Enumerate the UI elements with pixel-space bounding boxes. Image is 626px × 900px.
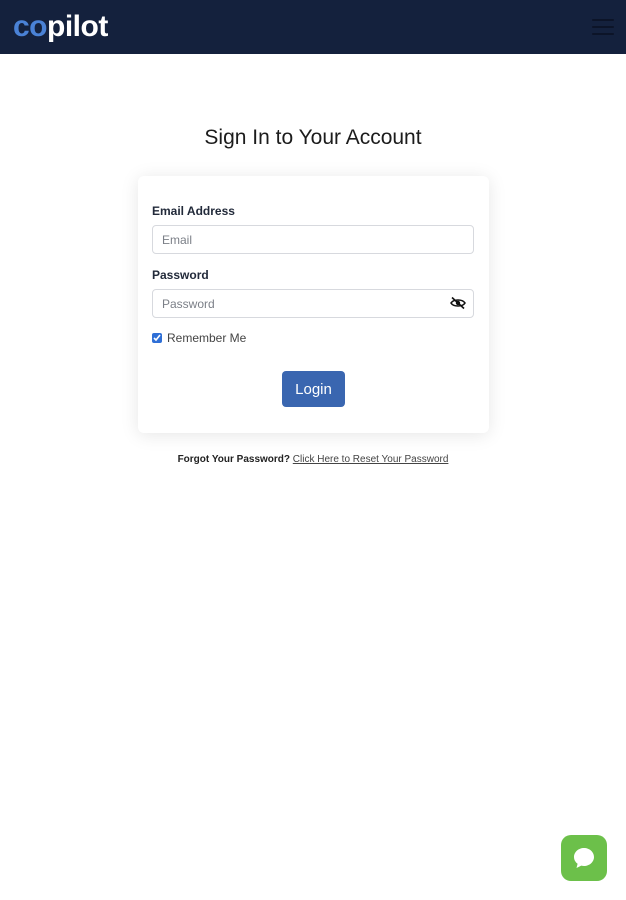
hamburger-line xyxy=(592,26,614,28)
login-card: Email Address Password Remember Me Login xyxy=(138,176,489,433)
reset-password-link[interactable]: Click Here to Reset Your Password xyxy=(293,454,449,465)
email-label: Email Address xyxy=(152,204,235,218)
eye-slash-icon[interactable] xyxy=(450,296,466,310)
password-input[interactable] xyxy=(152,289,474,318)
page-title: Sign In to Your Account xyxy=(204,126,422,149)
forgot-password-question: Forgot Your Password? xyxy=(177,454,290,465)
remember-me-label: Remember Me xyxy=(167,331,247,345)
logo-co: co xyxy=(13,10,48,43)
chat-widget-button[interactable] xyxy=(561,835,607,881)
top-navbar: co pilot xyxy=(0,0,626,54)
remember-me[interactable]: Remember Me xyxy=(152,331,475,345)
login-button[interactable]: Login xyxy=(282,371,345,407)
hamburger-line xyxy=(592,33,614,35)
password-label: Password xyxy=(152,268,209,282)
password-field-group: Password xyxy=(152,268,475,318)
password-wrapper xyxy=(152,289,474,318)
forgot-password-line: Forgot Your Password? Click Here to Rese… xyxy=(0,454,626,465)
email-field-group: Email Address xyxy=(152,204,475,254)
copilot-logo[interactable]: co pilot xyxy=(13,12,108,42)
email-input[interactable] xyxy=(152,225,474,254)
hamburger-line xyxy=(592,19,614,21)
remember-me-checkbox[interactable] xyxy=(152,333,162,343)
chat-bubble-icon xyxy=(574,848,594,868)
hamburger-menu-icon[interactable] xyxy=(592,19,614,35)
login-button-row: Login xyxy=(152,371,475,407)
logo-pilot: pilot xyxy=(47,10,108,43)
